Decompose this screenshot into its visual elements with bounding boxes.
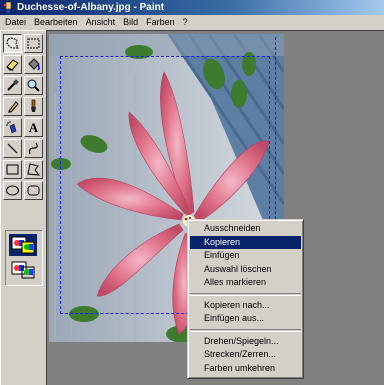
ellipse-tool[interactable]	[3, 181, 22, 200]
rounded-rectangle-icon	[27, 185, 40, 196]
menu-item-strecken-zerren[interactable]: Strecken/Zerren...	[190, 348, 301, 362]
eraser-icon	[6, 59, 19, 71]
airbrush-icon	[6, 121, 17, 134]
menu-bild[interactable]: Bild	[118, 15, 141, 29]
menu-bar: Datei Bearbeiten Ansicht Bild Farben ?	[0, 15, 384, 29]
pencil-icon	[8, 101, 19, 113]
selection-options	[5, 230, 43, 286]
window-title: Duchesse-of-Albany.jpg - Paint	[17, 2, 165, 13]
text-tool-icon: A	[28, 119, 39, 135]
menu-item-drehen-spiegeln[interactable]: Drehen/Spiegeln...	[190, 335, 301, 349]
transparent-selection-option[interactable]	[9, 259, 37, 281]
rounded-rectangle-tool[interactable]	[24, 181, 43, 200]
menu-farben[interactable]: Farben	[141, 15, 178, 29]
magnifier-tool[interactable]	[24, 76, 43, 95]
color-picker-tool[interactable]	[3, 76, 22, 95]
rectangle-select-icon	[27, 38, 40, 49]
rectangle-icon	[6, 164, 19, 175]
menu-datei[interactable]: Datei	[0, 15, 29, 29]
color-picker-icon	[7, 79, 19, 91]
fill-bucket-icon	[28, 58, 40, 71]
line-icon	[7, 143, 18, 154]
menu-separator	[190, 328, 301, 332]
rectangle-select-tool[interactable]	[24, 34, 43, 53]
brush-tool[interactable]	[24, 97, 43, 116]
fill-bucket-tool[interactable]	[24, 55, 43, 74]
context-menu: Ausschneiden Kopieren Einfügen Auswahl l…	[187, 219, 304, 379]
curve-tool[interactable]	[24, 139, 43, 158]
tool-grid: A	[3, 34, 43, 200]
line-tool[interactable]	[3, 139, 22, 158]
polygon-tool[interactable]	[24, 160, 43, 179]
curve-icon	[28, 142, 38, 155]
menu-item-alles-markieren[interactable]: Alles markieren	[190, 276, 301, 290]
eraser-tool[interactable]	[3, 55, 22, 74]
menu-bearbeiten[interactable]: Bearbeiten	[29, 15, 81, 29]
ellipse-icon	[6, 185, 19, 196]
magnifier-icon	[27, 79, 40, 92]
free-form-select-icon	[6, 37, 19, 49]
menu-item-einfuegen[interactable]: Einfügen	[190, 249, 301, 263]
rectangle-tool[interactable]	[3, 160, 22, 179]
toolbox: A	[0, 30, 47, 385]
menu-separator	[190, 292, 301, 296]
airbrush-tool[interactable]	[3, 118, 22, 137]
pencil-tool[interactable]	[3, 97, 22, 116]
menu-item-kopieren-nach[interactable]: Kopieren nach...	[190, 299, 301, 313]
paint-icon[interactable]	[2, 1, 14, 14]
opaque-selection-option[interactable]	[9, 234, 37, 256]
brush-icon	[31, 99, 36, 112]
free-form-select-tool[interactable]	[3, 34, 22, 53]
menu-help[interactable]: ?	[178, 15, 191, 29]
menu-item-kopieren[interactable]: Kopieren	[190, 235, 301, 249]
text-tool[interactable]: A	[24, 118, 43, 137]
transparent-selection-icon	[11, 261, 35, 279]
menu-item-einfuegen-aus[interactable]: Einfügen aus...	[190, 312, 301, 326]
menu-item-auswahl-loeschen[interactable]: Auswahl löschen	[190, 263, 301, 277]
title-bar[interactable]: Duchesse-of-Albany.jpg - Paint	[0, 0, 384, 15]
menu-item-farben-umkehren[interactable]: Farben umkehren	[190, 362, 301, 376]
menu-item-ausschneiden[interactable]: Ausschneiden	[190, 222, 301, 236]
polygon-icon	[27, 163, 41, 176]
menu-ansicht[interactable]: Ansicht	[81, 15, 119, 29]
opaque-selection-icon	[11, 236, 35, 254]
